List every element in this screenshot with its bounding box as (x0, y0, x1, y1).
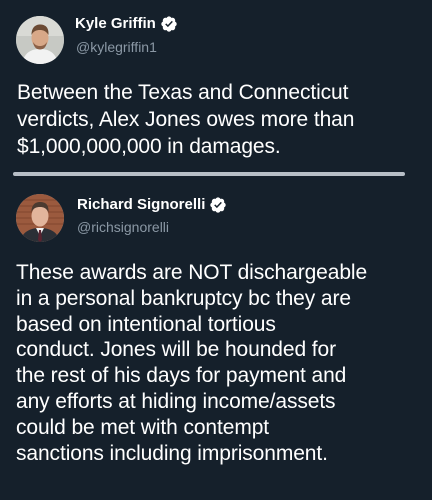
avatar[interactable] (16, 16, 64, 64)
profile-photo-icon (16, 194, 64, 242)
divider (13, 172, 405, 176)
verified-badge-icon (160, 15, 178, 33)
name-row: Richard Signorelli (77, 195, 227, 215)
verified-badge-icon (209, 196, 227, 214)
name-row: Kyle Griffin (75, 14, 178, 34)
handle[interactable]: @kylegriffin1 (76, 38, 157, 56)
tweet-text: These awards are NOT dischargeable in a … (16, 261, 368, 465)
tweet-text: Between the Texas and Connecticut verdic… (17, 81, 355, 158)
handle[interactable]: @richsignorelli (77, 218, 169, 236)
display-name[interactable]: Richard Signorelli (77, 195, 205, 215)
avatar[interactable] (16, 194, 64, 242)
display-name[interactable]: Kyle Griffin (75, 14, 156, 34)
profile-photo-icon (16, 16, 64, 64)
